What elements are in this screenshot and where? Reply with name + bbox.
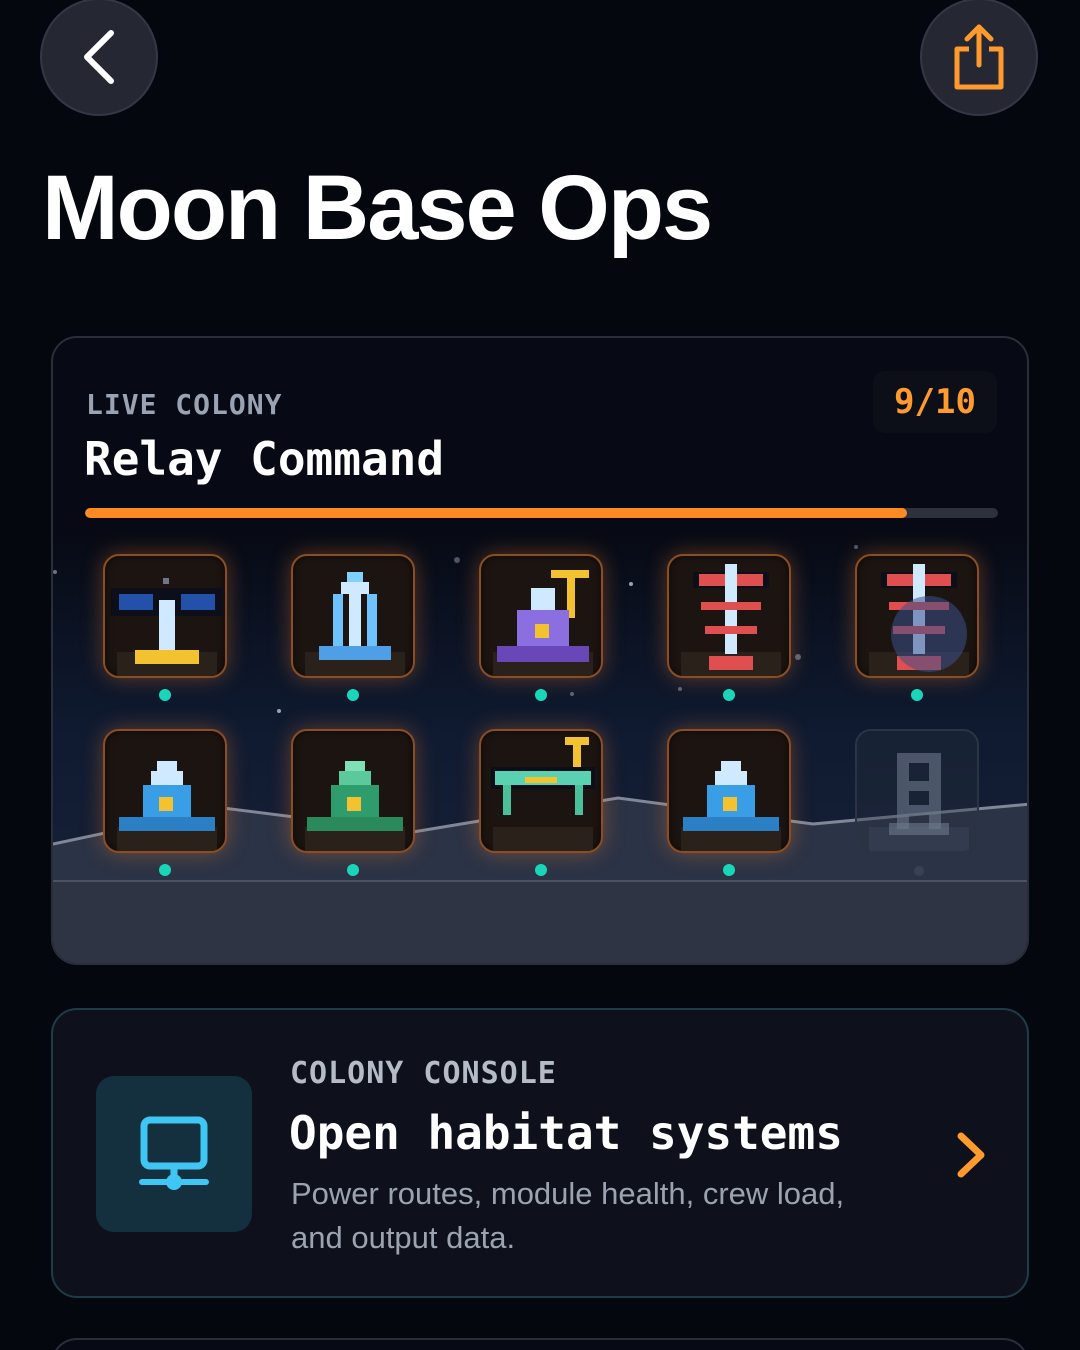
module-status-dot <box>535 864 547 876</box>
console-kicker: COLONY CONSOLE <box>290 1056 557 1091</box>
module-status-dot <box>911 689 923 701</box>
chevron-right-icon <box>957 1132 985 1178</box>
module-status-dot <box>347 864 359 876</box>
console-title: Open habitat systems <box>289 1106 843 1160</box>
chevron-left-icon <box>84 30 114 84</box>
share-button[interactable] <box>920 0 1038 116</box>
module-antenna-tower[interactable] <box>291 554 415 678</box>
back-button[interactable] <box>40 0 158 116</box>
module-count-badge: 9/10 <box>873 371 997 433</box>
module-status-dot-locked <box>914 866 924 876</box>
colony-console-card[interactable]: COLONY CONSOLE Open habitat systems Powe… <box>51 1008 1029 1298</box>
module-dome-lab[interactable] <box>479 554 603 678</box>
module-status-dot <box>347 689 359 701</box>
colony-progress-bar <box>85 508 998 518</box>
colony-name: Relay Command <box>84 432 445 486</box>
module-rover-bay[interactable] <box>479 729 603 853</box>
module-locked-slot[interactable] <box>855 729 979 853</box>
share-icon <box>954 24 1004 90</box>
locked-tower-icon <box>869 753 969 851</box>
card-kicker: LIVE COLONY <box>86 388 283 421</box>
relay-mast-icon <box>681 564 781 676</box>
module-greenhouse-pod[interactable] <box>291 729 415 853</box>
relay-mast-icon <box>869 564 969 676</box>
module-status-dot <box>723 864 735 876</box>
module-habitat-pod[interactable] <box>103 729 227 853</box>
module-status-dot <box>159 689 171 701</box>
console-icon-container <box>96 1076 252 1232</box>
rover-bay-icon <box>491 737 595 851</box>
module-status-dot <box>535 689 547 701</box>
module-habitat-pod[interactable] <box>667 729 791 853</box>
page-title: Moon Base Ops <box>42 157 713 259</box>
console-description: Power routes, module health, crew load, … <box>291 1176 845 1255</box>
module-relay-mast[interactable] <box>855 554 979 678</box>
monitor-network-icon <box>139 1116 209 1190</box>
live-colony-card[interactable]: LIVE COLONY Relay Command 9/10 <box>51 336 1029 965</box>
module-relay-mast[interactable] <box>667 554 791 678</box>
colony-scene <box>53 528 1027 963</box>
habitat-pod-icon <box>681 761 781 851</box>
solar-array-icon <box>111 578 223 676</box>
next-card-peek <box>51 1338 1029 1350</box>
module-solar-array[interactable] <box>103 554 227 678</box>
module-status-dot <box>159 864 171 876</box>
habitat-pod-icon <box>117 761 217 851</box>
module-status-dot <box>723 689 735 701</box>
dome-lab-icon <box>493 570 593 676</box>
colony-progress-fill <box>85 508 907 518</box>
greenhouse-pod-icon <box>305 761 405 851</box>
antenna-tower-icon <box>305 572 405 676</box>
